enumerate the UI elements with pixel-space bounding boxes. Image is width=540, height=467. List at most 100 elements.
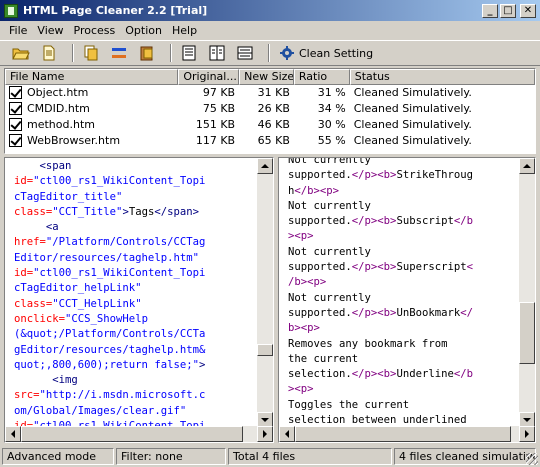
new-size: 26 KB <box>257 102 290 115</box>
code-token: id= <box>14 175 34 188</box>
clean-setting-button[interactable]: Clean Setting <box>276 43 377 63</box>
file-row[interactable]: method.htm 151 KB 46 KB 30 % Cleaned Sim… <box>5 117 535 133</box>
file-list[interactable]: File Name Original... New Size Ratio Sta… <box>4 68 536 154</box>
code-line: Editor/resources/taghelp.htm" <box>14 251 205 266</box>
file-name: method.htm <box>27 118 95 131</box>
code-line: Not currently <box>288 291 473 306</box>
code-token: </p><b> <box>351 368 397 381</box>
scroll-thumb[interactable] <box>257 344 273 356</box>
code-token: class= <box>14 297 53 310</box>
toolbar: Clean Setting <box>0 40 540 66</box>
code-token: "http://i.msdn.microsoft.c <box>39 389 206 402</box>
code-token: class= <box>14 205 53 218</box>
code-line: selection.</p><b>Underline</b <box>288 367 473 382</box>
ratio: 31 % <box>317 86 346 99</box>
scroll-thumb[interactable] <box>21 426 243 442</box>
code-token: supported. <box>288 169 352 182</box>
maximize-button[interactable]: □ <box>500 3 516 18</box>
scroll-right-button[interactable] <box>519 426 535 442</box>
file-row[interactable]: Object.htm 97 KB 31 KB 31 % Cleaned Simu… <box>5 85 535 101</box>
code-token: </b><p> <box>294 184 340 197</box>
row-checkbox[interactable] <box>9 117 22 131</box>
code-token: cTagEditor_title" <box>14 190 123 203</box>
menu-process[interactable]: Process <box>69 24 121 37</box>
code-token: supported. <box>288 215 352 228</box>
new-document-icon[interactable] <box>38 43 60 63</box>
minimize-button[interactable]: _ <box>482 3 498 18</box>
code-token: < <box>466 261 473 274</box>
cleaned-source-pane[interactable]: Not currently supported.</p><b>StrikeThro… <box>278 157 536 443</box>
code-token: <span <box>39 160 72 172</box>
code-token: Not currently <box>288 291 371 304</box>
row-checkbox[interactable] <box>9 85 22 99</box>
ratio: 30 % <box>317 118 346 131</box>
cleaned-horizontal-scrollbar[interactable] <box>279 426 535 442</box>
code-line: supported.</p><b>Superscript< <box>288 260 473 275</box>
original-source-pane[interactable]: <span id="ctl00_rs1_WikiContent_Topi cTagE… <box>4 157 274 443</box>
split-horizontal-icon[interactable] <box>234 43 256 63</box>
code-token: </p><b> <box>351 169 397 182</box>
code-token: selection between underlined <box>288 414 467 427</box>
scroll-left-button[interactable] <box>279 426 295 442</box>
original-size: 97 KB <box>202 86 236 99</box>
title-bar[interactable]: HTML Page Cleaner 2.2 [Trial] _ □ ✕ <box>0 0 540 21</box>
paste-icon[interactable] <box>136 43 158 63</box>
code-token: </b <box>453 368 473 381</box>
scroll-up-button[interactable] <box>257 158 273 174</box>
code-token: the current <box>288 352 359 365</box>
scroll-right-button[interactable] <box>257 426 273 442</box>
code-line: class="CCT_Title">Tags</span> <box>14 205 205 220</box>
column-file-name[interactable]: File Name <box>5 69 179 85</box>
row-checkbox[interactable] <box>9 133 22 147</box>
column-new-size[interactable]: New Size <box>239 69 294 85</box>
split-vertical-icon[interactable] <box>206 43 228 63</box>
original-source-code: <span id="ctl00_rs1_WikiContent_Topi cTagE… <box>5 159 205 434</box>
code-token: Toggles the current <box>288 398 410 411</box>
code-token: Subscript <box>396 215 454 228</box>
column-ratio[interactable]: Ratio <box>293 69 350 85</box>
file-row[interactable]: WebBrowser.htm 117 KB 65 KB 55 % Cleaned… <box>5 133 535 149</box>
code-token: gEditor/resources/taghelp.htm& <box>14 343 206 356</box>
original-horizontal-scrollbar[interactable] <box>5 426 273 442</box>
single-view-icon[interactable] <box>178 43 200 63</box>
close-button[interactable]: ✕ <box>520 3 536 18</box>
copy-icon[interactable] <box>80 43 102 63</box>
code-token: Not currently <box>288 157 371 166</box>
gear-icon <box>280 46 294 60</box>
scroll-thumb[interactable] <box>295 426 511 442</box>
code-line: id="ctl00_rs1_WikiContent_Topi <box>14 266 205 281</box>
menu-file[interactable]: File <box>4 24 32 37</box>
code-token: ><p> <box>288 383 314 396</box>
code-token: "ctl00_rs1_WikiContent_Topi <box>33 175 206 188</box>
code-token: Editor/resources/taghelp.htm" <box>14 251 199 264</box>
open-folder-icon[interactable] <box>10 43 32 63</box>
menu-view[interactable]: View <box>32 24 68 37</box>
code-token: "CCT_HelpLink" <box>52 297 142 310</box>
file-row[interactable]: CMDID.htm 75 KB 26 KB 34 % Cleaned Simul… <box>5 101 535 117</box>
menu-option[interactable]: Option <box>120 24 167 37</box>
compare-icon[interactable] <box>108 43 130 63</box>
scroll-left-button[interactable] <box>5 426 21 442</box>
code-token: selection. <box>288 368 352 381</box>
code-line: cTagEditor_helpLink" <box>14 281 205 296</box>
code-token: id= <box>14 267 34 280</box>
code-token: </span> <box>154 205 200 218</box>
file-name: WebBrowser.htm <box>27 134 121 147</box>
code-line: supported.</p><b>StrikeThroug <box>288 168 473 183</box>
row-checkbox[interactable] <box>9 101 22 115</box>
code-line: src="http://i.msdn.microsoft.c <box>14 388 205 403</box>
scroll-up-button[interactable] <box>519 158 535 174</box>
resize-grip[interactable] <box>526 453 538 465</box>
column-original[interactable]: Original... <box>178 69 240 85</box>
code-token: > <box>198 358 206 371</box>
code-line: onclick="CCS_ShowHelp <box>14 312 205 327</box>
ratio: 34 % <box>317 102 346 115</box>
original-vertical-scrollbar[interactable] <box>257 158 273 428</box>
cleaned-vertical-scrollbar[interactable] <box>519 158 535 428</box>
code-token: supported. <box>288 261 352 274</box>
menu-help[interactable]: Help <box>167 24 202 37</box>
scroll-thumb[interactable] <box>519 302 535 364</box>
column-status[interactable]: Status <box>349 69 535 85</box>
